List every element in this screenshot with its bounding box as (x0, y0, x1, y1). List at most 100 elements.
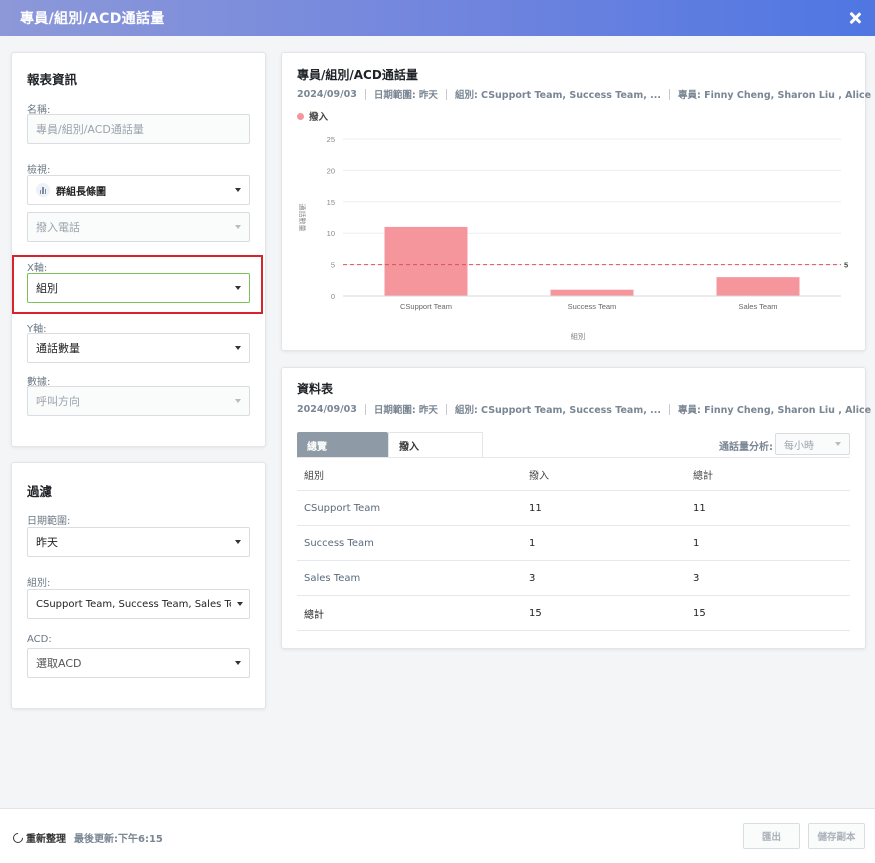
date-range-value: 昨天 (36, 536, 58, 549)
x-tick-label: Success Team (568, 302, 617, 311)
tab-inbound-label: 撥入 (399, 442, 419, 453)
cell-total-total: 15 (686, 595, 850, 631)
name-field[interactable]: 專員/組別/ACD通話量 (27, 114, 250, 144)
date-range-select[interactable]: 昨天 (27, 527, 250, 557)
name-field-placeholder: 專員/組別/ACD通話量 (36, 123, 144, 136)
table-meta-range: 日期範圍: 昨天 (373, 405, 438, 416)
refresh-button[interactable]: 重新整理 最後更新:下午6:15 (10, 830, 163, 845)
view-select-value: 群組長條圖 (56, 186, 106, 198)
bar (716, 277, 800, 296)
y-tick-label: 20 (327, 166, 335, 175)
chevron-down-icon (235, 346, 241, 350)
chart-legend[interactable]: 撥入 (297, 109, 328, 123)
chevron-down-icon (235, 286, 241, 290)
acd-label: ACD: (27, 634, 52, 645)
table-total-row: 總計 15 15 (297, 595, 850, 631)
view-select[interactable]: 群組長條圖 (27, 175, 250, 205)
xaxis-select[interactable]: 組別 (27, 273, 250, 303)
table-row: CSupport Team 11 11 (297, 490, 850, 526)
table-meta-groups: 組別: CSupport Team, Success Team, ... (454, 405, 661, 416)
separator (669, 403, 670, 415)
separator (445, 88, 447, 100)
tab-overview-label: 總覽 (307, 441, 327, 453)
bar (384, 226, 468, 296)
y-axis-title: 通話數量 (298, 204, 307, 232)
separator (669, 88, 670, 100)
table-row: Sales Team 3 3 (297, 560, 850, 596)
cell-group: Sales Team (297, 560, 522, 596)
x-axis-title: 組別 (571, 331, 586, 341)
yaxis-select[interactable]: 通話數量 (27, 333, 250, 363)
close-icon[interactable] (847, 10, 863, 26)
dialog-header: 專員/組別/ACD通話量 (0, 0, 875, 36)
cell-total: 3 (686, 560, 850, 596)
cell-group: Success Team (297, 525, 522, 561)
reference-line-label: 5 (844, 261, 848, 270)
y-tick-label: 25 (327, 135, 335, 144)
cell-inbound: 1 (522, 525, 686, 561)
bar-chart: 0 5 10 15 20 25 通話數量 CSupport Team Success Team S… (298, 135, 848, 341)
bar-chart-icon (36, 183, 50, 197)
chevron-down-icon (235, 225, 241, 229)
bar (550, 289, 634, 296)
chevron-down-icon (235, 540, 241, 544)
table-meta-agents: 專員: Finny Cheng, Sharon Liu , Alice C... (678, 405, 875, 416)
acd-select[interactable]: 選取ACD (27, 648, 250, 678)
col-header-group: 組別 (297, 457, 522, 491)
table-panel-title: 資料表 (297, 382, 334, 396)
table-header-row: 組別 撥入 總計 (297, 457, 850, 491)
xaxis-label: X軸: (27, 263, 48, 274)
report-info-title: 報表資訊 (27, 72, 78, 87)
group-select-value: CSupport Team, Success Team, Sales Team (36, 598, 231, 610)
save-copy-button[interactable]: 儲存副本 (808, 823, 865, 849)
chart-meta-range: 日期範圍: 昨天 (373, 90, 438, 101)
separator (364, 88, 366, 100)
x-tick-label: CSupport Team (400, 302, 452, 311)
cell-total-label: 總計 (297, 595, 522, 631)
chart-meta-date: 2024/09/03 (297, 88, 357, 100)
y-tick-label: 15 (327, 198, 335, 207)
chart-panel-title: 專員/組別/ACD通話量 (297, 68, 418, 82)
legend-label: 撥入 (309, 112, 329, 123)
last-updated: 最後更新:下午6:15 (74, 834, 163, 845)
tab-overview[interactable]: 總覽 (297, 432, 388, 458)
data-select[interactable]: 呼叫方向 (27, 386, 250, 416)
yaxis-select-value: 通話數量 (36, 342, 80, 355)
cell-total: 11 (686, 490, 850, 526)
separator (445, 403, 447, 415)
chevron-down-icon (237, 602, 243, 606)
xaxis-select-value: 組別 (36, 282, 58, 295)
chevron-down-icon (235, 661, 241, 665)
y-tick-label: 0 (331, 292, 335, 301)
cell-group: CSupport Team (297, 490, 522, 526)
chevron-down-icon (235, 188, 241, 192)
table-meta-date: 2024/09/03 (297, 403, 357, 415)
legend-swatch (297, 112, 304, 120)
export-button[interactable]: 匯出 (743, 823, 800, 849)
dialog-title: 專員/組別/ACD通話量 (20, 11, 165, 27)
y-tick-label: 10 (327, 229, 335, 238)
view-label: 檢視: (27, 165, 51, 176)
chart-meta: 2024/09/03 日期範圍: 昨天 組別: CSupport Team, S… (297, 87, 875, 101)
col-header-inbound: 撥入 (522, 457, 686, 491)
data-table: 組別 撥入 總計 CSupport Team 11 11 Success Tea… (297, 457, 850, 631)
table-row: Success Team 1 1 (297, 525, 850, 561)
cell-inbound: 11 (522, 490, 686, 526)
x-tick-label: Sales Team (738, 302, 777, 311)
tab-inbound[interactable]: 撥入 (388, 432, 483, 458)
date-range-label: 日期範圍: (27, 516, 71, 527)
cell-total-inbound: 15 (522, 595, 686, 631)
analysis-select[interactable]: 每小時 (775, 433, 850, 455)
separator (364, 403, 366, 415)
refresh-label: 重新整理 (26, 834, 66, 845)
group-select[interactable]: CSupport Team, Success Team, Sales Team (27, 589, 250, 619)
table-meta: 2024/09/03 日期範圍: 昨天 組別: CSupport Team, S… (297, 402, 875, 416)
chevron-down-icon (235, 399, 241, 403)
y-tick-label: 5 (331, 261, 335, 270)
view-sub-select[interactable]: 撥入電話 (27, 212, 250, 242)
acd-select-value: 選取ACD (36, 657, 82, 670)
analysis-label: 通話量分析: (719, 442, 773, 453)
col-header-total: 總計 (686, 457, 850, 491)
table-tabs: 總覽 撥入 (297, 432, 483, 458)
chart-meta-agents: 專員: Finny Cheng, Sharon Liu , Alice C... (678, 90, 875, 101)
